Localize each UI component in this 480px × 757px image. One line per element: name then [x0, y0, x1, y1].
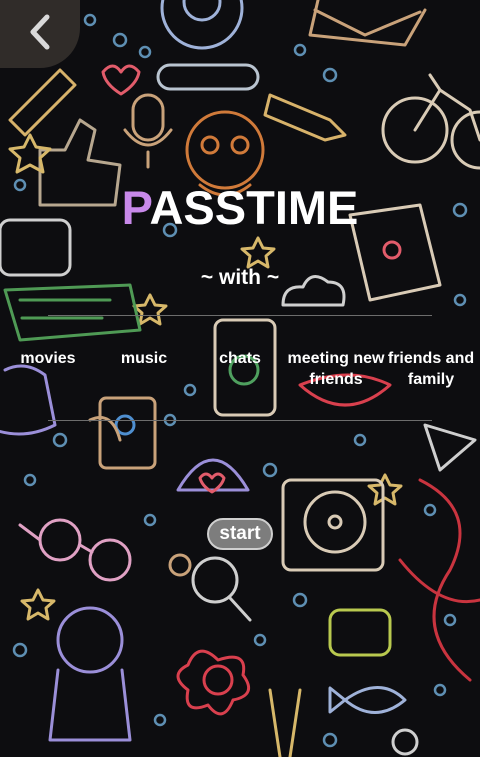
topic-chats[interactable]: chats [219, 348, 261, 369]
title-accent-letter: P [121, 181, 150, 234]
topic-movies[interactable]: movies [20, 348, 75, 369]
bottom-divider [48, 420, 432, 421]
start-button[interactable]: start [207, 518, 273, 550]
topic-friends-and-family[interactable]: friends and family [383, 348, 479, 390]
chevron-left-icon [25, 12, 55, 57]
topic-music[interactable]: music [121, 348, 167, 369]
title-rest: ASSTIME [149, 181, 359, 234]
topic-list: movies music chats meeting new friends f… [0, 348, 480, 392]
top-divider [48, 315, 432, 316]
subtitle: ~ with ~ [200, 266, 280, 289]
topic-meeting-new-friends[interactable]: meeting new friends [286, 348, 386, 390]
app-title: PASSTIME [0, 180, 480, 235]
